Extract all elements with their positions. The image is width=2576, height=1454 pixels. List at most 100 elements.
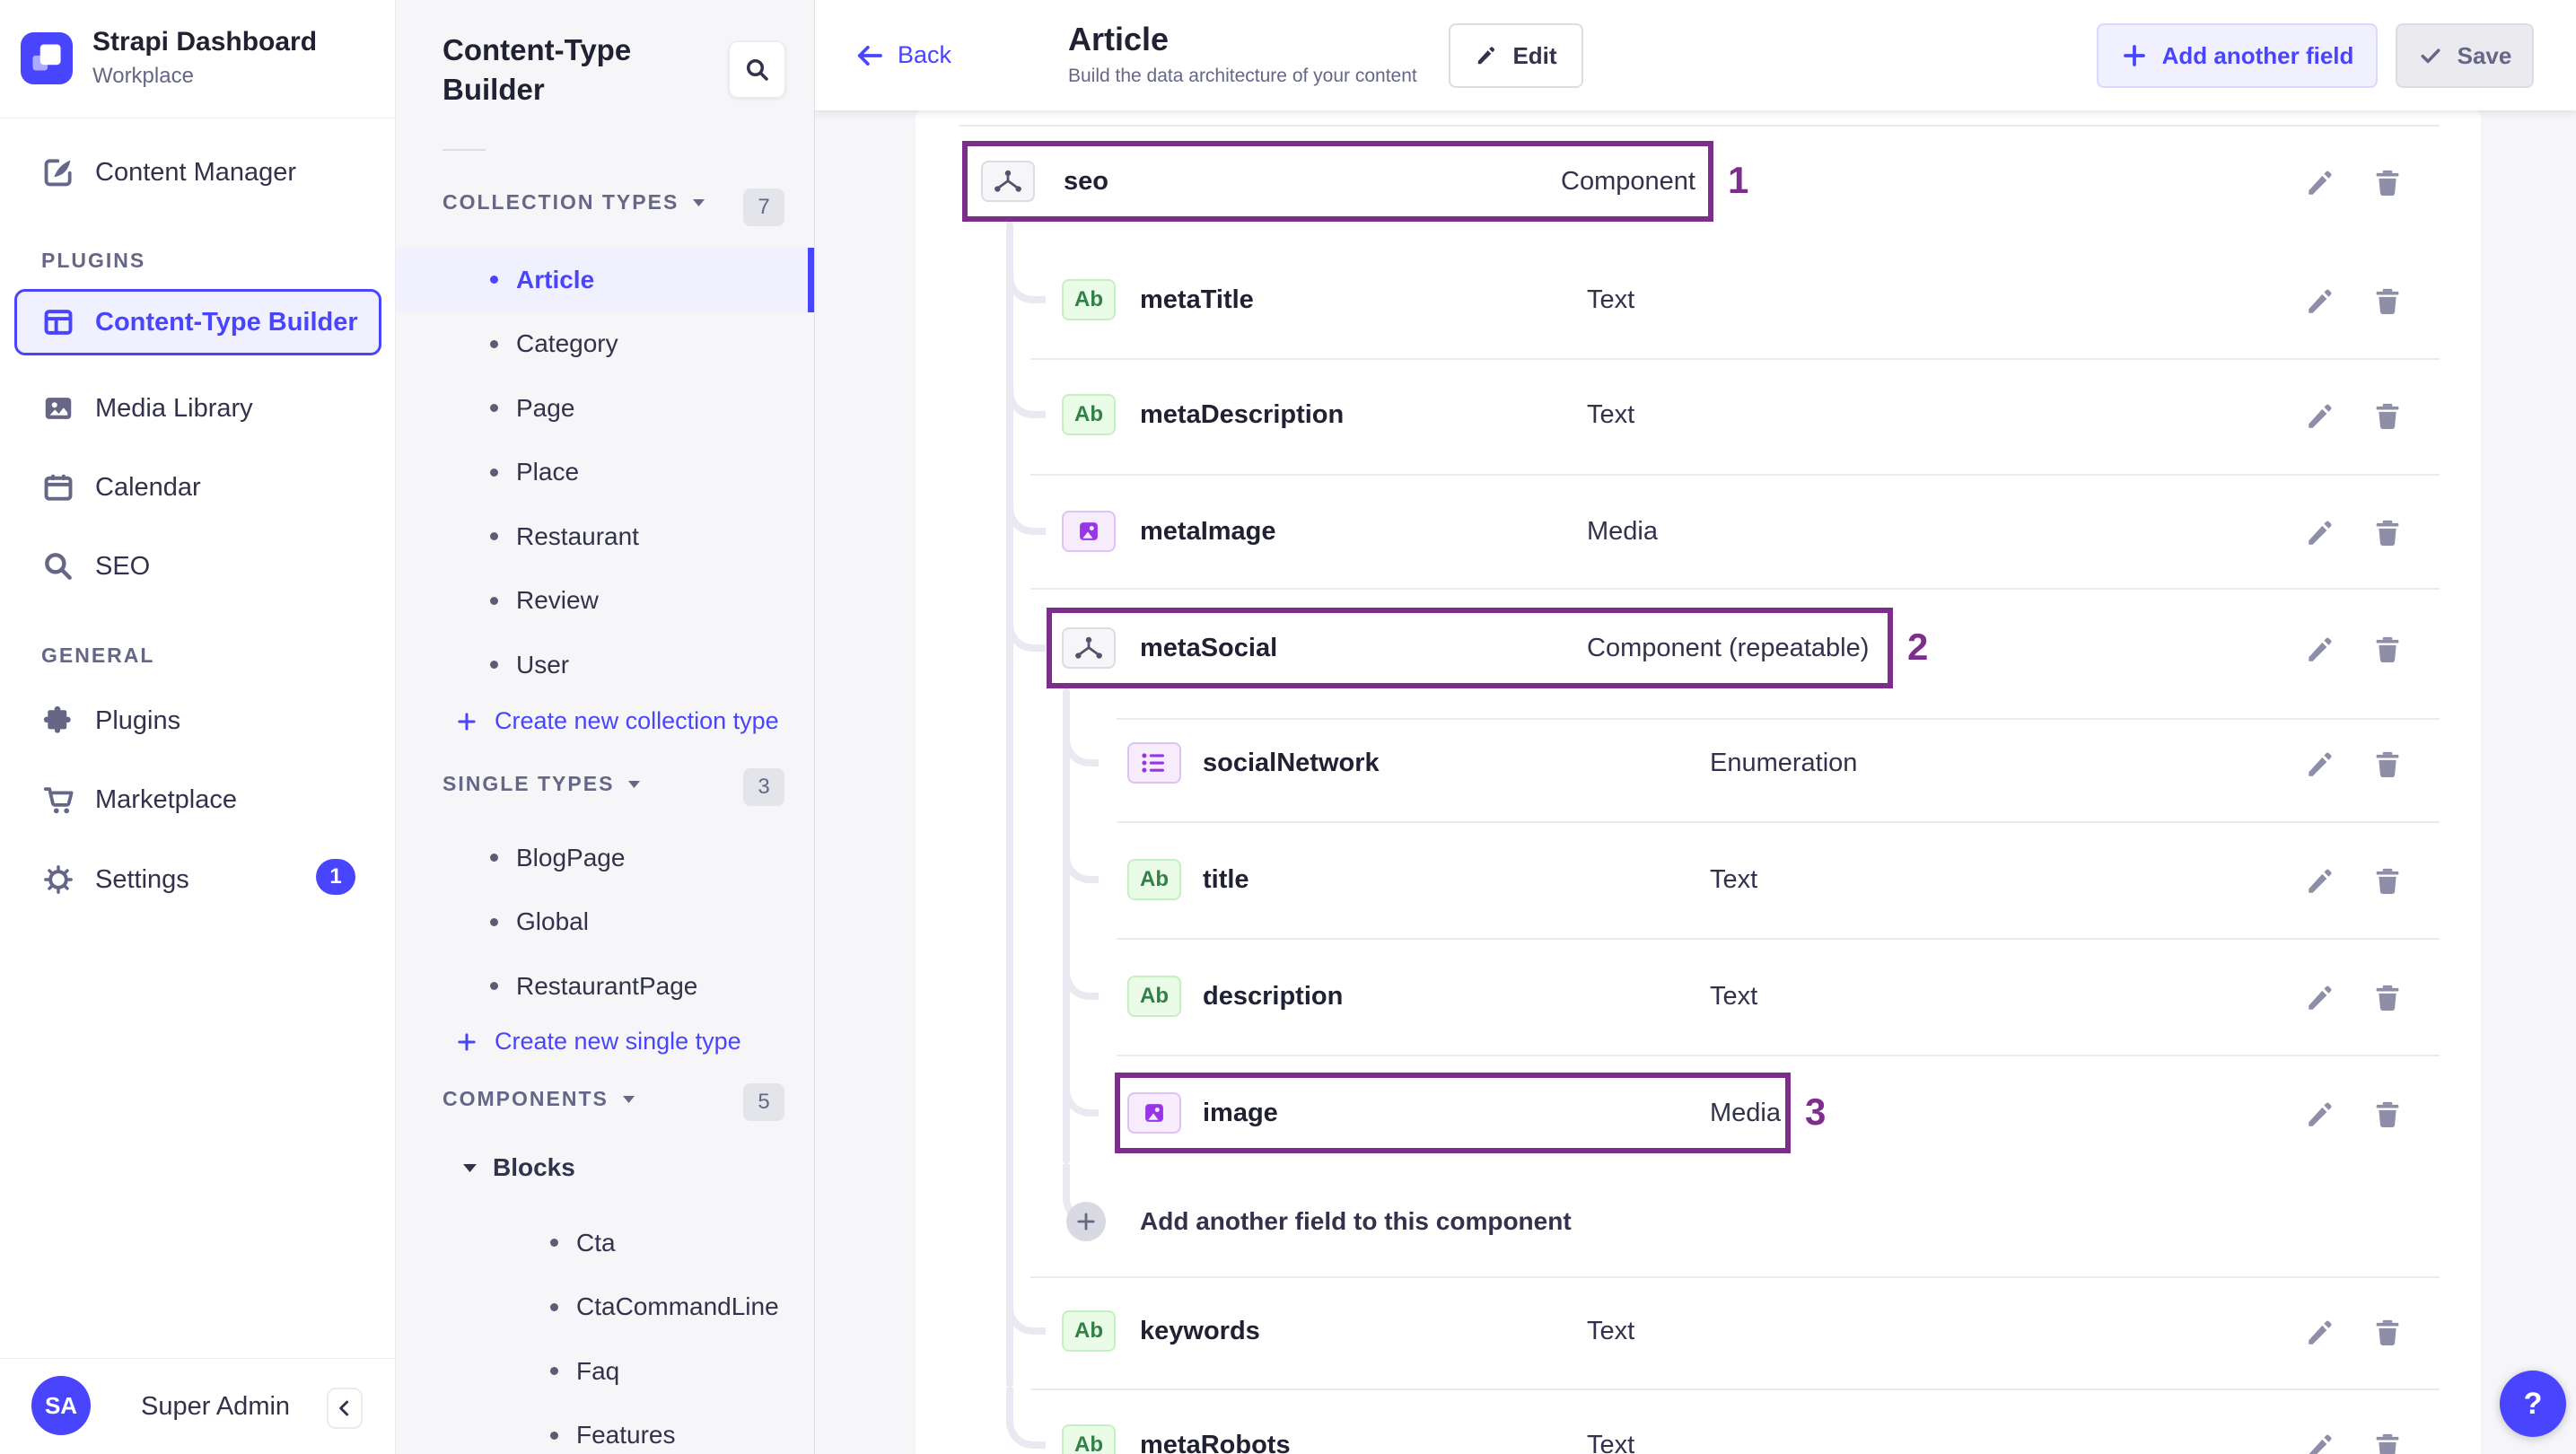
avatar[interactable]: SA: [31, 1376, 91, 1435]
field-row-description[interactable]: Ab description Text: [916, 956, 2481, 1037]
save-button[interactable]: Save: [2396, 23, 2534, 88]
collection-type-article[interactable]: Article: [396, 248, 814, 312]
page-title: Article: [1068, 21, 1170, 57]
field-type: Media: [1710, 1099, 1781, 1127]
fields-panel: seo Component 1 Ab metaTitle Text Ab met…: [916, 110, 2481, 1454]
create-single-type-link[interactable]: Create new single type: [455, 1028, 741, 1055]
component-group-blocks[interactable]: Blocks: [463, 1153, 575, 1182]
collection-type-review[interactable]: Review: [396, 569, 814, 634]
field-row-socialNetwork[interactable]: socialNetwork Enumeration: [916, 723, 2481, 803]
edit-field-button[interactable]: [2300, 1095, 2340, 1134]
collection-types-header[interactable]: COLLECTION TYPES: [442, 190, 705, 215]
sidebar-item-calendar[interactable]: Calendar: [0, 455, 395, 520]
pencil-icon: [2309, 404, 2332, 428]
chevron-left-icon: [339, 1400, 349, 1416]
media-field-icon: [1127, 1092, 1181, 1134]
single-type-blogpage[interactable]: BlogPage: [396, 826, 814, 890]
component-ctacommandline[interactable]: CtaCommandLine: [396, 1275, 814, 1340]
delete-field-button[interactable]: [2368, 630, 2407, 670]
row-divider: [1030, 588, 2440, 590]
delete-field-button[interactable]: [2368, 163, 2407, 203]
collection-type-page[interactable]: Page: [396, 376, 814, 441]
field-row-image[interactable]: image Media: [916, 1073, 2481, 1153]
collection-type-user[interactable]: User: [396, 633, 814, 697]
collection-type-restaurant[interactable]: Restaurant: [396, 504, 814, 569]
delete-field-button[interactable]: [2368, 513, 2407, 553]
sidebar-item-content-type-builder[interactable]: Content-Type Builder: [14, 289, 381, 355]
edit-field-button[interactable]: [2300, 513, 2340, 553]
search-button[interactable]: [729, 41, 785, 98]
page-header: Back Article Build the data architecture…: [815, 0, 2576, 110]
collection-type-place[interactable]: Place: [396, 441, 814, 505]
field-row-metaImage[interactable]: metaImage Media: [916, 491, 2481, 572]
sidebar-item-media-library[interactable]: Media Library: [0, 376, 395, 441]
field-row-metaRobots[interactable]: Ab metaRobots Text: [916, 1405, 2481, 1454]
help-button[interactable]: ?: [2500, 1371, 2566, 1437]
pencil-icon: [2309, 637, 2332, 661]
sidebar-item-marketplace[interactable]: Marketplace: [0, 767, 395, 832]
edit-field-button[interactable]: [2300, 163, 2340, 203]
trash-icon: [2376, 288, 2399, 314]
field-name: metaRobots: [1140, 1431, 1291, 1454]
edit-field-button[interactable]: [2300, 397, 2340, 436]
delete-field-button[interactable]: [2368, 745, 2407, 784]
edit-field-button[interactable]: [2300, 282, 2340, 321]
pencil-icon: [2309, 521, 2332, 545]
search-icon: [45, 553, 72, 580]
collapse-sidebar-button[interactable]: [327, 1388, 363, 1429]
collection-types-list: Article Category Page Place Restaurant Review…: [396, 248, 814, 697]
delete-field-button[interactable]: [2368, 1427, 2407, 1454]
single-type-global[interactable]: Global: [396, 890, 814, 955]
single-type-restaurantpage[interactable]: RestaurantPage: [396, 954, 814, 1019]
main-area: Back Article Build the data architecture…: [815, 0, 2576, 1454]
back-link[interactable]: Back: [854, 0, 951, 110]
field-row-title[interactable]: Ab title Text: [916, 839, 2481, 920]
edit-button[interactable]: Edit: [1449, 23, 1583, 88]
component-features[interactable]: Features: [396, 1404, 814, 1454]
single-types-count: 3: [743, 768, 784, 806]
edit-field-button[interactable]: [2300, 1427, 2340, 1454]
delete-field-button[interactable]: [2368, 282, 2407, 321]
delete-field-button[interactable]: [2368, 1313, 2407, 1353]
field-row-metaTitle[interactable]: Ab metaTitle Text: [916, 259, 2481, 340]
trash-icon: [2376, 1433, 2399, 1454]
edit-field-button[interactable]: [2300, 630, 2340, 670]
components-header[interactable]: COMPONENTS: [442, 1087, 635, 1111]
delete-field-button[interactable]: [2368, 1095, 2407, 1134]
enumeration-field-icon: [1127, 742, 1181, 784]
field-row-seo[interactable]: seo Component: [916, 141, 2481, 222]
create-collection-type-link[interactable]: Create new collection type: [455, 707, 779, 735]
sidebar-item-seo[interactable]: SEO: [0, 534, 395, 599]
add-another-field-button[interactable]: Add another field: [2097, 23, 2378, 88]
delete-field-button[interactable]: [2368, 862, 2407, 901]
component-faq[interactable]: Faq: [396, 1339, 814, 1404]
workspace-name: Workplace: [92, 64, 194, 88]
sidebar-item-plugins[interactable]: Plugins: [0, 688, 395, 753]
edit-field-button[interactable]: [2300, 978, 2340, 1018]
delete-field-button[interactable]: [2368, 397, 2407, 436]
field-name: keywords: [1140, 1317, 1260, 1345]
edit-field-button[interactable]: [2300, 745, 2340, 784]
component-field-icon: [1062, 627, 1116, 669]
add-field-to-component-button[interactable]: [1066, 1202, 1106, 1241]
delete-field-button[interactable]: [2368, 978, 2407, 1018]
strapi-logo-icon: [21, 31, 73, 84]
text-field-icon: Ab: [1062, 394, 1116, 435]
media-icon: [1080, 522, 1098, 540]
field-row-metaSocial[interactable]: metaSocial Component (repeatable): [916, 608, 2481, 688]
field-row-metaDescription[interactable]: Ab metaDescription Text: [916, 374, 2481, 455]
sidebar-item-label: Settings: [95, 864, 189, 894]
sidebar-item-label: Content-Type Builder: [95, 307, 358, 337]
sidebar-item-content-manager[interactable]: Content Manager: [0, 140, 395, 205]
collection-type-category[interactable]: Category: [396, 312, 814, 377]
single-types-header[interactable]: SINGLE TYPES: [442, 772, 641, 796]
edit-field-button[interactable]: [2300, 1313, 2340, 1353]
check-icon: [2421, 48, 2440, 64]
field-row-keywords[interactable]: Ab keywords Text: [916, 1291, 2481, 1371]
list-item-label: User: [516, 650, 570, 679]
pencil-icon: [2309, 985, 2332, 1010]
component-cta[interactable]: Cta: [396, 1211, 814, 1275]
edit-field-button[interactable]: [2300, 862, 2340, 901]
caret-down-icon: [628, 780, 641, 788]
add-field-to-component-row[interactable]: Add another field to this component: [916, 1181, 2481, 1262]
